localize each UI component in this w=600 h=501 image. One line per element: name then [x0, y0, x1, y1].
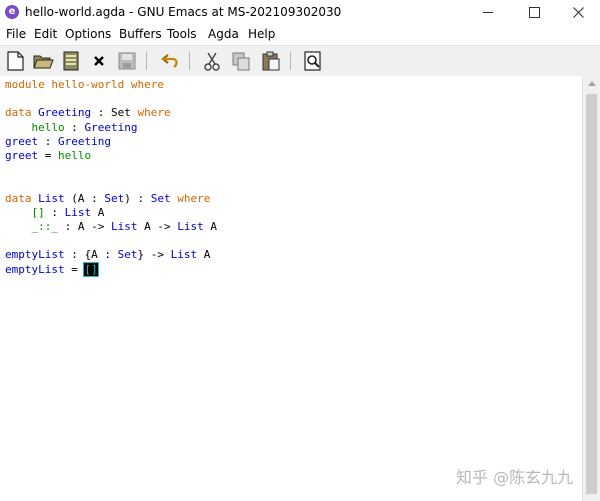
- scroll-up-icon[interactable]: [588, 81, 596, 86]
- code-text[interactable]: module hello-world where data Greeting :…: [5, 78, 217, 277]
- menu-file[interactable]: File: [6, 27, 26, 41]
- type-name: List: [177, 220, 204, 234]
- keyword: data: [5, 106, 32, 120]
- constructor-name: _::_: [31, 220, 59, 234]
- paste-icon: [262, 51, 280, 71]
- scrollbar-thumb[interactable]: [586, 94, 597, 494]
- equals: =: [64, 262, 85, 276]
- type-name: List: [64, 205, 92, 219]
- type-signature: } ->: [137, 248, 171, 262]
- type-signature: A ->: [137, 220, 178, 234]
- type-name: Set: [117, 248, 138, 262]
- function-name: greet: [5, 149, 39, 163]
- emacs-icon: e: [5, 5, 19, 19]
- watermark: 知乎 @陈玄九九: [456, 468, 574, 487]
- paste-button[interactable]: [260, 50, 282, 72]
- type-arg: A: [203, 220, 217, 234]
- keyword: where: [177, 191, 211, 205]
- new-file-icon: [7, 51, 24, 71]
- menu-tools[interactable]: Tools: [167, 27, 197, 41]
- type-arg: A: [91, 205, 105, 219]
- toolbar: [0, 45, 600, 77]
- title-bar: e hello-world.agda - GNU Emacs at MS-202…: [0, 0, 600, 25]
- save-button[interactable]: [116, 50, 138, 72]
- save-dired-icon: [63, 51, 79, 71]
- menu-help[interactable]: Help: [248, 27, 275, 41]
- vertical-scrollbar[interactable]: [582, 76, 600, 501]
- module-name: hello-world: [51, 78, 125, 91]
- constructor-name: hello: [58, 149, 92, 163]
- colon: :: [38, 134, 58, 148]
- type-name: Greeting: [84, 120, 138, 134]
- new-file-button[interactable]: [4, 50, 26, 72]
- menu-bar: File Edit Options Buffers Tools Agda Hel…: [0, 25, 600, 45]
- minimize-icon: [483, 12, 493, 13]
- minimize-button[interactable]: [466, 0, 510, 25]
- keyword: where: [130, 78, 164, 91]
- toolbar-separator: [146, 52, 147, 70]
- maximize-icon: [528, 7, 540, 18]
- function-name: greet: [5, 134, 39, 148]
- editor-buffer[interactable]: module hello-world where data Greeting :…: [0, 76, 582, 501]
- open-file-button[interactable]: [32, 50, 54, 72]
- undo-icon: [161, 54, 178, 68]
- function-name: emptyList: [5, 262, 65, 276]
- type-name: Set: [150, 191, 171, 205]
- cut-icon: [204, 52, 220, 71]
- type-signature: : {A :: [64, 248, 118, 262]
- params: ) :: [124, 191, 151, 205]
- keyword: data: [5, 191, 32, 205]
- toolbar-separator: [189, 52, 190, 70]
- type-name: List: [170, 248, 198, 262]
- type-name: List: [110, 220, 138, 234]
- type-signature: : Set: [91, 106, 138, 120]
- menu-edit[interactable]: Edit: [34, 27, 57, 41]
- dired-button[interactable]: [60, 50, 82, 72]
- function-name: emptyList: [5, 248, 65, 262]
- type-signature: : A ->: [58, 220, 111, 234]
- kill-buffer-button[interactable]: [88, 50, 110, 72]
- copy-button[interactable]: [230, 50, 252, 72]
- constructor-name: []: [31, 205, 45, 219]
- search-icon: [304, 51, 321, 71]
- close-window-button[interactable]: [556, 0, 600, 25]
- constructor-name: hello: [31, 120, 65, 134]
- open-folder-icon: [33, 55, 54, 69]
- search-button[interactable]: [302, 50, 324, 72]
- menu-buffers[interactable]: Buffers: [119, 27, 162, 41]
- type-name: Greeting: [38, 106, 92, 120]
- maximize-button[interactable]: [512, 0, 556, 25]
- toolbar-separator: [290, 52, 291, 70]
- type-arg: A: [197, 248, 211, 262]
- colon: :: [64, 120, 85, 134]
- type-name: Greeting: [58, 134, 111, 148]
- menu-agda[interactable]: Agda: [208, 27, 239, 41]
- type-name: List: [38, 191, 65, 205]
- keyword: where: [137, 106, 171, 120]
- colon: :: [44, 205, 65, 219]
- close-icon: [572, 7, 584, 18]
- text-cursor[interactable]: []: [83, 261, 99, 277]
- equals: =: [38, 149, 58, 163]
- keyword: module: [5, 78, 45, 91]
- cut-button[interactable]: [201, 50, 223, 72]
- type-name: Set: [104, 191, 125, 205]
- menu-options[interactable]: Options: [65, 27, 111, 41]
- close-buffer-icon: [94, 56, 104, 66]
- params: (A :: [64, 191, 105, 205]
- save-icon: [118, 52, 136, 70]
- copy-icon: [232, 52, 250, 71]
- undo-button[interactable]: [160, 50, 182, 72]
- window-title: hello-world.agda - GNU Emacs at MS-20210…: [25, 5, 342, 19]
